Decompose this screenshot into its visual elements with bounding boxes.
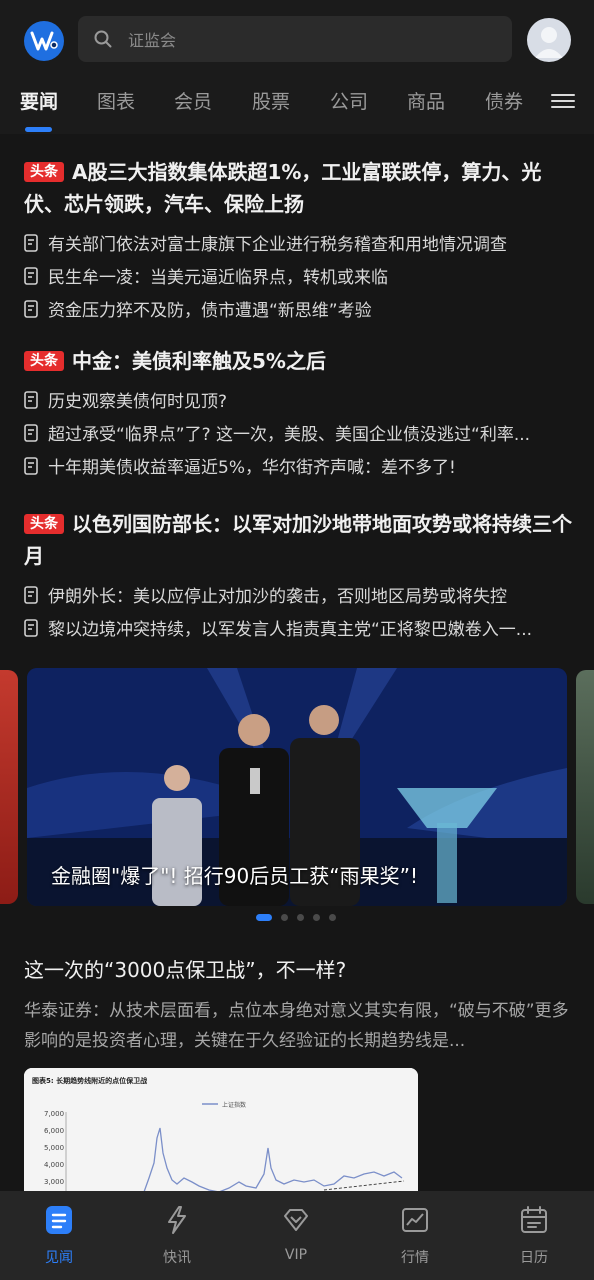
- nav-market[interactable]: 行情: [356, 1191, 474, 1280]
- active-tab-indicator: [25, 127, 52, 132]
- carousel-caption: 金融圈"爆了"! 招行90后员工获“雨果奖”!: [51, 864, 418, 888]
- carousel-dot[interactable]: [281, 913, 288, 921]
- document-icon: [24, 266, 38, 285]
- related-link[interactable]: 资金压力猝不及防，债市遭遇“新思维”考验: [24, 292, 572, 325]
- news-group-1: 头条 A股三大指数集体跌超1%，工业富联跌停，算力、光伏、芯片领跌，汽车、保险上扬…: [24, 156, 572, 325]
- search-icon: [94, 30, 112, 48]
- document-icon: [24, 456, 38, 475]
- carousel-slide[interactable]: 金融圈"爆了"! 招行90后员工获“雨果奖”!: [27, 668, 567, 906]
- avatar-person-icon: [535, 27, 563, 58]
- related-link-text: 伊朗外长：美以应停止对加沙的袭击，否则地区局势或将失控: [48, 587, 507, 607]
- related-link-text: 历史观察美债何时见顶?: [48, 392, 228, 412]
- carousel-dot[interactable]: [297, 913, 304, 921]
- wallstreetcn-logo[interactable]: [24, 21, 64, 61]
- headline-1-text: A股三大指数集体跌超1%，工业富联跌停，算力、光伏、芯片领跌，汽车、保险上扬: [24, 160, 542, 216]
- headline-3-text: 以色列国防部长：以军对加沙地带地面攻势或将持续三个月: [24, 512, 572, 568]
- news-doc-icon: [46, 1206, 72, 1234]
- nav-calendar[interactable]: 日历: [475, 1191, 593, 1280]
- headline-1[interactable]: 头条 A股三大指数集体跌超1%，工业富联跌停，算力、光伏、芯片领跌，汽车、保险上扬: [24, 156, 572, 220]
- photo-carousel[interactable]: 金融圈"爆了"! 招行90后员工获“雨果奖”!: [0, 668, 594, 908]
- headline-badge: 头条: [24, 351, 64, 371]
- document-icon: [24, 299, 38, 318]
- tab-commodities[interactable]: 商品: [407, 90, 445, 114]
- tab-stocks[interactable]: 股票: [252, 90, 290, 114]
- related-link-text: 超过承受“临界点”了? 这一次，美股、美国企业债没逃过“利率...: [48, 425, 531, 445]
- article-figure[interactable]: 图表5: 长期趋势线附近的点位保卫战 上证指数 7,000 6,000 5,00…: [24, 1068, 418, 1192]
- document-icon: [24, 233, 38, 252]
- nav-label: 见闻: [45, 1250, 73, 1266]
- user-avatar[interactable]: [527, 18, 571, 62]
- market-chart-icon: [402, 1208, 428, 1232]
- related-link[interactable]: 伊朗外长：美以应停止对加沙的袭击，否则地区局势或将失控: [24, 578, 572, 611]
- article-summary[interactable]: 华泰证券：从技术层面看，点位本身绝对意义其实有限，“破与不破”更多影响的是投资者…: [24, 996, 572, 1056]
- tab-bonds[interactable]: 债券: [485, 90, 523, 114]
- news-group-3: 头条 以色列国防部长：以军对加沙地带地面攻势或将持续三个月 伊朗外长：美以应停止对…: [24, 508, 572, 644]
- diamond-icon: [284, 1209, 308, 1231]
- headline-badge: 头条: [24, 514, 64, 534]
- related-link[interactable]: 超过承受“临界点”了? 这一次，美股、美国企业债没逃过“利率...: [24, 416, 572, 449]
- app-root: 证监会 要闻 图表 会员 股票 公司 商品 债券 头条 A股三大指数集体跌超1%，…: [0, 0, 594, 1280]
- document-icon: [24, 618, 38, 637]
- tab-charts[interactable]: 图表: [97, 90, 135, 114]
- calendar-icon: [521, 1206, 547, 1233]
- carousel-dot[interactable]: [256, 913, 272, 921]
- search-bar[interactable]: 证监会: [78, 16, 512, 62]
- document-icon: [24, 390, 38, 409]
- figure-ytick: 4,000: [44, 1161, 64, 1169]
- carousel-dot[interactable]: [329, 913, 336, 921]
- document-icon: [24, 585, 38, 604]
- article-figure-image: 图表5: 长期趋势线附近的点位保卫战 上证指数 7,000 6,000 5,00…: [24, 1068, 418, 1192]
- tab-headlines[interactable]: 要闻: [20, 90, 58, 114]
- nav-label: 快讯: [163, 1250, 191, 1266]
- headline-2[interactable]: 头条 中金：美债利率触及5%之后: [24, 345, 572, 377]
- related-link-text: 民生牟一凌：当美元逼近临界点，转机或来临: [48, 268, 388, 288]
- nav-vip[interactable]: VIP: [237, 1191, 355, 1280]
- bottom-navigation: 见闻 快讯 VIP 行情 日历: [0, 1191, 594, 1280]
- related-link-text: 资金压力猝不及防，债市遭遇“新思维”考验: [48, 301, 372, 321]
- carousel-pagination: [256, 912, 345, 922]
- nav-label: VIP: [284, 1247, 308, 1263]
- nav-label: 日历: [520, 1250, 548, 1266]
- figure-ytick: 3,000: [44, 1178, 64, 1186]
- related-link-text: 有关部门依法对富士康旗下企业进行税务稽查和用地情况调查: [48, 235, 507, 255]
- article-title[interactable]: 这一次的“3000点保卫战”，不一样?: [24, 956, 346, 984]
- related-link[interactable]: 民生牟一凌：当美元逼近临界点，转机或来临: [24, 259, 572, 292]
- related-link[interactable]: 历史观察美债何时见顶?: [24, 383, 572, 416]
- figure-caption: 图表5: 长期趋势线附近的点位保卫战: [32, 1076, 147, 1085]
- related-link-text: 黎以边境冲突持续，以军发言人指责真主党“正将黎巴嫩卷入一...: [48, 620, 533, 640]
- tab-companies[interactable]: 公司: [330, 90, 368, 114]
- logo-mark-icon: [30, 31, 58, 51]
- previous-slide-peek[interactable]: [0, 670, 18, 904]
- headline-badge: 头条: [24, 162, 64, 182]
- figure-ytick: 5,000: [44, 1144, 64, 1152]
- related-link-text: 十年期美债收益率逼近5%，华尔街齐声喊：差不多了!: [48, 458, 456, 478]
- related-link[interactable]: 有关部门依法对富士康旗下企业进行税务稽查和用地情况调查: [24, 226, 572, 259]
- nav-flash[interactable]: 快讯: [118, 1191, 236, 1280]
- tab-members[interactable]: 会员: [174, 90, 212, 114]
- figure-legend: 上证指数: [222, 1101, 246, 1109]
- menu-icon[interactable]: [551, 90, 575, 114]
- related-link[interactable]: 十年期美债收益率逼近5%，华尔街齐声喊：差不多了!: [24, 449, 572, 482]
- related-link[interactable]: 黎以边境冲突持续，以军发言人指责真主党“正将黎巴嫩卷入一...: [24, 611, 572, 644]
- search-placeholder: 证监会: [128, 31, 177, 50]
- top-header: 证监会: [0, 0, 594, 78]
- nav-news[interactable]: 见闻: [0, 1191, 118, 1280]
- news-group-2: 头条 中金：美债利率触及5%之后 历史观察美债何时见顶? 超过承受“临界点”了? …: [24, 345, 572, 482]
- figure-ytick: 6,000: [44, 1127, 64, 1135]
- next-slide-peek[interactable]: [576, 670, 594, 904]
- document-icon: [24, 423, 38, 442]
- nav-label: 行情: [401, 1250, 429, 1266]
- figure-ytick: 7,000: [44, 1110, 64, 1118]
- lightning-icon: [168, 1206, 186, 1234]
- category-tabs: 要闻 图表 会员 股票 公司 商品 债券: [0, 78, 594, 134]
- headline-3[interactable]: 头条 以色列国防部长：以军对加沙地带地面攻势或将持续三个月: [24, 508, 572, 572]
- headline-2-text: 中金：美债利率触及5%之后: [72, 349, 326, 373]
- carousel-dot[interactable]: [313, 913, 320, 921]
